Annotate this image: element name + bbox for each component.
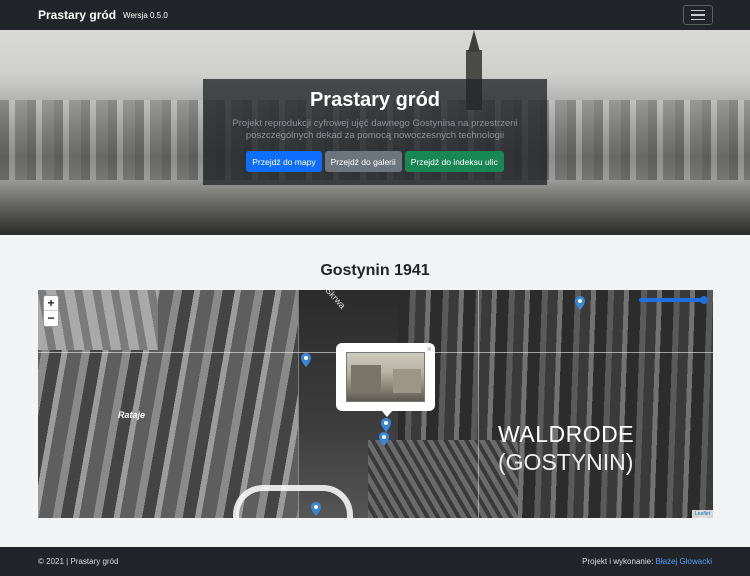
section-title: Gostynin 1941 — [320, 262, 430, 279]
zoom-in-button[interactable]: + — [44, 296, 58, 311]
hero-subtitle: Projekt reprodukcji cyfrowej ujęć dawneg… — [232, 118, 518, 141]
waldrode-label: WALDRODE (GOSTYNIN) — [498, 420, 634, 476]
map-road — [478, 290, 479, 518]
map-marker-icon[interactable] — [575, 296, 585, 310]
map-popup: × — [336, 343, 435, 411]
author-link[interactable]: Błażej Głowacki — [656, 557, 712, 566]
hero-photo-ground — [0, 180, 750, 235]
footer: © 2021 | Prastary gród Projekt i wykonan… — [0, 547, 750, 576]
footer-copyright: © 2021 | Prastary gród — [38, 557, 119, 566]
popup-thumbnail[interactable] — [346, 352, 425, 402]
map-attribution[interactable]: Leaflet — [691, 510, 713, 518]
map-marker-icon[interactable] — [301, 353, 311, 367]
hero-overlay-box: Prastary gród Projekt reprodukcji cyfrow… — [203, 79, 547, 185]
gallery-button[interactable]: Przejdź do galerii — [324, 151, 402, 172]
waldrode-line1: WALDRODE — [498, 421, 635, 447]
map-view[interactable]: Skrwa Rataje WALDRODE (GOSTYNIN) + − × L… — [38, 290, 713, 518]
hamburger-icon[interactable] — [683, 5, 713, 25]
street-index-button[interactable]: Przejdź do indeksu ulic — [404, 151, 504, 172]
popup-close-icon[interactable]: × — [427, 344, 432, 354]
popup-tip — [381, 410, 393, 417]
timeline-slider[interactable] — [639, 296, 708, 304]
map-button[interactable]: Przejdź do mapy — [246, 151, 322, 172]
version-label: Wersja 0.5.0 — [123, 10, 168, 20]
waldrode-line2: (GOSTYNIN) — [498, 449, 634, 475]
zoom-out-button[interactable]: − — [44, 311, 58, 326]
navbar: Prastary gród Wersja 0.5.0 — [0, 0, 750, 30]
rataje-label: Rataje — [118, 410, 146, 420]
hero-banner: Prastary gród Projekt reprodukcji cyfrow… — [0, 30, 750, 235]
map-overlay-letters — [233, 485, 353, 518]
zoom-control: + − — [43, 295, 59, 327]
aerial-town — [368, 440, 518, 518]
map-marker-icon[interactable] — [311, 502, 321, 516]
footer-credit: Projekt i wykonanie: Błażej Głowacki — [582, 557, 712, 566]
hero-buttons: Przejdź do mapy Przejdź do galerii Przej… — [203, 151, 547, 172]
hero-title: Prastary gród — [309, 89, 441, 111]
brand-title[interactable]: Prastary gród — [38, 8, 116, 22]
footer-credit-prefix: Projekt i wykonanie: — [582, 557, 654, 566]
map-marker-icon[interactable] — [379, 432, 389, 446]
map-marker-icon[interactable] — [381, 418, 391, 432]
map-road — [298, 290, 299, 518]
